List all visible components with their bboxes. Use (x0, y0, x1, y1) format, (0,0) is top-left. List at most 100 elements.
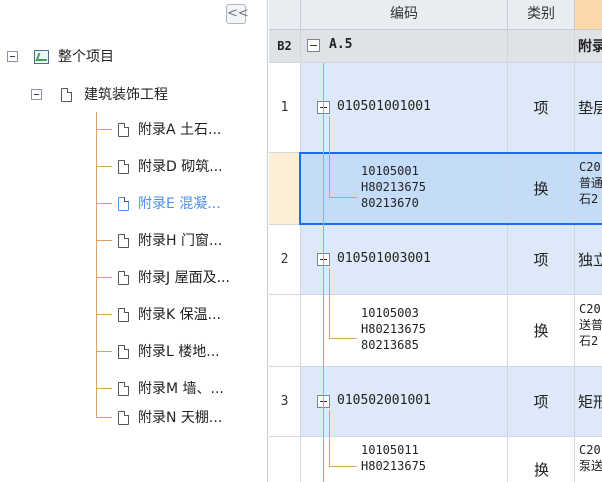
code-cell[interactable]: 010502001001 (301, 367, 508, 437)
document-icon (118, 271, 129, 285)
tree-node-root[interactable]: 整个项目 (0, 45, 220, 69)
tree-connector-branch (96, 314, 112, 315)
name-cell[interactable]: 垫层 (575, 63, 602, 153)
quota-code-line: H80213675 (361, 459, 427, 473)
quota-code-cell[interactable]: 10105003 H80213675 80213685 (301, 295, 508, 367)
header-row-number (269, 0, 301, 30)
tree-item-appendix-h[interactable]: 附录H 门窗... (114, 229, 264, 253)
tree-connector-branch (329, 338, 357, 339)
project-icon (34, 50, 49, 64)
item-code: 010501003001 (337, 251, 431, 266)
tree-connector-branch (96, 351, 112, 352)
tree-item-appendix-n[interactable]: 附录N 天棚... (114, 406, 264, 430)
collapse-root-icon[interactable] (7, 51, 18, 62)
tree-connector-branch (96, 277, 112, 278)
row-number (269, 437, 301, 482)
code-cell[interactable]: 010501003001 (301, 225, 508, 295)
category-cell[interactable]: 换 (508, 295, 575, 367)
document-icon (118, 234, 129, 248)
tree-connector-branch (96, 129, 112, 130)
description-cell[interactable]: C20 送普 石2 (575, 295, 602, 367)
item-code: 010501001001 (337, 99, 431, 114)
section-name: 附录 (575, 30, 602, 63)
tree-item-appendix-l[interactable]: 附录L 楼地... (114, 340, 264, 364)
tree-item-appendix-d[interactable]: 附录D 砌筑... (114, 155, 264, 179)
tree-item-label: 附录J 屋面及... (138, 270, 230, 286)
tree-connector-branch (96, 166, 112, 167)
quota-code-cell[interactable]: 10105011 H80213675 (301, 437, 508, 482)
document-icon (61, 88, 72, 102)
collapse-project-icon[interactable] (31, 89, 42, 100)
bill-items-grid: 编码 类别 B2 A.5 附录 1 010501001001 项 垫层 1010… (269, 0, 602, 482)
document-icon (118, 382, 129, 396)
collapse-section-icon[interactable] (307, 39, 320, 52)
tree-connector-branch (329, 466, 357, 467)
tree-connector-branch (96, 417, 112, 418)
row-number: 2 (269, 225, 301, 295)
header-category[interactable]: 类别 (508, 0, 575, 30)
section-category-cell (508, 30, 575, 63)
tree-item-label: 附录K 保温... (138, 307, 221, 323)
tree-item-label: 附录L 楼地... (138, 344, 220, 360)
tree-connector-branch (96, 203, 112, 204)
tree-connector-branch (96, 388, 112, 389)
tree-project-label: 建筑装饰工程 (84, 87, 168, 103)
header-name[interactable] (575, 0, 602, 30)
document-icon (118, 345, 129, 359)
item-code: 010502001001 (337, 393, 431, 408)
document-icon (118, 308, 129, 322)
quota-code-line: 10105011 (361, 443, 419, 457)
description-cell[interactable]: C20 泵送 (575, 437, 602, 482)
tree-root-label: 整个项目 (58, 49, 114, 65)
tree-item-label: 附录E 混凝... (138, 196, 221, 212)
quota-code-line: 80213685 (361, 338, 419, 352)
tree-connector-line (329, 116, 330, 198)
row-number (269, 295, 301, 367)
quota-code-line: 10105003 (361, 306, 419, 320)
section-row-number: B2 (269, 30, 301, 63)
tree-node-project[interactable]: 建筑装饰工程 (0, 83, 230, 107)
tree-item-appendix-e[interactable]: 附录E 混凝... (114, 192, 264, 216)
row-number (269, 153, 301, 225)
category-text: 换 (533, 461, 549, 479)
tree-item-label: 附录M 墙、... (138, 381, 224, 397)
tree-connector-line (329, 268, 330, 339)
tree-item-label: 附录N 天棚... (138, 410, 223, 426)
tree-connector-line (96, 112, 97, 417)
tree-item-appendix-m[interactable]: 附录M 墙、... (114, 377, 264, 401)
category-cell[interactable]: 项 (508, 367, 575, 437)
description-line: 泵送 (579, 459, 602, 473)
code-cell[interactable]: 010501001001 (301, 63, 508, 153)
tree-item-label: 附录D 砌筑... (138, 159, 223, 175)
category-cell[interactable]: 项 (508, 63, 575, 153)
section-code-cell[interactable]: A.5 (301, 30, 508, 63)
tree-item-label: 附录H 门窗... (138, 233, 223, 249)
document-icon (118, 411, 129, 425)
category-cell[interactable]: 项 (508, 225, 575, 295)
description-line: C20 (579, 302, 601, 316)
row-number: 3 (269, 367, 301, 437)
row-number: 1 (269, 63, 301, 153)
document-icon (118, 197, 129, 211)
description-line: 送普 (579, 318, 602, 332)
project-tree-pane: << 整个项目 建筑装饰工程 附录A 土石... 附录D 砌筑... 附录E 混… (0, 0, 268, 482)
tree-item-appendix-a[interactable]: 附录A 土石... (114, 118, 264, 142)
header-code[interactable]: 编码 (301, 0, 508, 30)
name-cell[interactable]: 矩形 (575, 367, 602, 437)
document-icon (118, 123, 129, 137)
selected-row-outline (299, 152, 602, 225)
description-line: C20 (579, 443, 601, 457)
tree-item-appendix-j[interactable]: 附录J 屋面及... (114, 266, 264, 290)
tree-item-label: 附录A 土石... (138, 122, 222, 138)
name-cell[interactable]: 独立 (575, 225, 602, 295)
tree-connector-line (329, 410, 330, 467)
category-cell[interactable]: 换 (508, 437, 575, 482)
section-code: A.5 (329, 37, 353, 52)
quota-code-line: H80213675 (361, 322, 427, 336)
tree-connector-branch (329, 197, 357, 198)
document-icon (118, 160, 129, 174)
collapse-panel-button[interactable]: << (226, 4, 249, 24)
description-line: 石2 (579, 334, 599, 348)
tree-item-appendix-k[interactable]: 附录K 保温... (114, 303, 264, 327)
tree-connector-line (323, 63, 324, 482)
